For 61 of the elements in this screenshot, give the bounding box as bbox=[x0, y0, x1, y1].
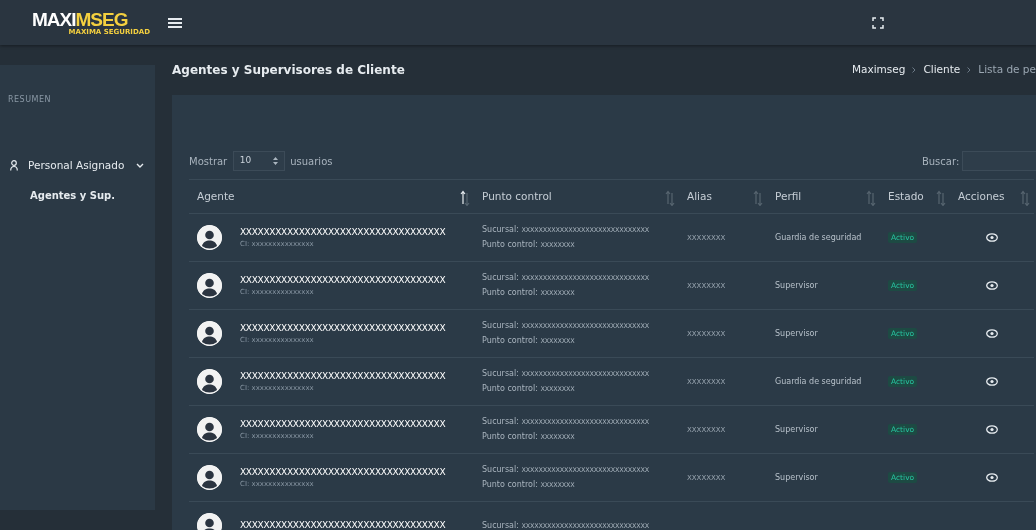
fullscreen-icon[interactable] bbox=[872, 16, 884, 29]
breadcrumb-link[interactable]: Maximseg bbox=[851, 62, 906, 78]
branch-label: Sucursal: bbox=[482, 520, 519, 530]
avatar-icon bbox=[197, 465, 222, 490]
spinner-arrows-icon bbox=[272, 157, 278, 165]
profile-cell: Guardia de seguridad bbox=[775, 377, 862, 387]
control-point-label: Punto control: bbox=[482, 384, 538, 393]
avatar-icon bbox=[197, 417, 222, 442]
control-point-label: Punto control: bbox=[482, 480, 538, 489]
eye-icon[interactable] bbox=[986, 377, 998, 386]
eye-icon[interactable] bbox=[986, 281, 998, 290]
sidebar-subitem[interactable]: Agentes y Sup. bbox=[0, 173, 155, 203]
column-header[interactable]: Perfil bbox=[767, 179, 880, 214]
control-point-label: Punto control: bbox=[482, 336, 538, 345]
breadcrumb-link[interactable]: Lista de pe bbox=[978, 62, 1036, 78]
column-header[interactable]: Acciones bbox=[950, 179, 1034, 214]
show-label: Mostrar bbox=[189, 154, 228, 169]
profile-cell: Supervisor bbox=[775, 329, 818, 339]
profile-cell: Guardia de seguridad bbox=[775, 233, 862, 243]
control-point-label: Punto control: bbox=[482, 240, 538, 249]
chevron-icon bbox=[912, 67, 917, 73]
avatar-icon bbox=[197, 321, 222, 346]
agent-name: XXXXXXXXXXXXXXXXXXXXXXXXXXXXXXXXXXX bbox=[240, 369, 446, 383]
agent-name: XXXXXXXXXXXXXXXXXXXXXXXXXXXXXXXXXXX bbox=[240, 273, 446, 287]
profile-cell: Supervisor bbox=[775, 281, 818, 291]
search-label: Buscar: bbox=[921, 154, 960, 169]
branch-label: Sucursal: bbox=[482, 321, 519, 330]
profile-cell: Supervisor bbox=[775, 473, 818, 483]
branch-label: Sucursal: bbox=[482, 369, 519, 378]
eye-icon[interactable] bbox=[986, 425, 998, 434]
avatar-icon bbox=[197, 369, 222, 394]
breadcrumb-link[interactable]: Cliente bbox=[923, 62, 961, 78]
chevron-icon bbox=[967, 67, 972, 73]
agent-name: XXXXXXXXXXXXXXXXXXXXXXXXXXXXXXXXXXX bbox=[240, 321, 446, 335]
column-header[interactable]: Estado bbox=[880, 179, 950, 214]
column-header[interactable]: Punto control bbox=[474, 179, 679, 214]
eye-icon[interactable] bbox=[986, 473, 998, 482]
avatar-icon bbox=[197, 273, 222, 298]
column-header[interactable]: Agente bbox=[189, 179, 474, 214]
column-header[interactable]: Alias bbox=[679, 179, 767, 214]
branch-label: Sucursal: bbox=[482, 417, 519, 426]
show-suffix: usuarios bbox=[290, 154, 333, 169]
branch-label: Sucursal: bbox=[482, 465, 519, 474]
agent-name: XXXXXXXXXXXXXXXXXXXXXXXXXXXXXXXXXXX bbox=[240, 225, 446, 239]
page-size-select[interactable]: 10 bbox=[232, 151, 285, 171]
page-title: Agentes y Supervisores de Cliente bbox=[172, 62, 405, 78]
profile-cell: Supervisor bbox=[775, 425, 818, 435]
sidebar-item[interactable]: Personal Asignado bbox=[0, 106, 155, 174]
control-point-label: Punto control: bbox=[482, 288, 538, 297]
person-icon bbox=[10, 160, 20, 172]
branch-label: Sucursal: bbox=[482, 273, 519, 282]
agent-name: XXXXXXXXXXXXXXXXXXXXXXXXXXXXXXXXXXX bbox=[240, 518, 446, 530]
avatar-icon bbox=[197, 225, 222, 250]
eye-icon[interactable] bbox=[986, 329, 998, 338]
agent-name: XXXXXXXXXXXXXXXXXXXXXXXXXXXXXXXXXXX bbox=[240, 465, 446, 479]
section-label: RESUMEN bbox=[7, 94, 52, 106]
eye-icon[interactable] bbox=[986, 233, 998, 242]
branch-label: Sucursal: bbox=[482, 225, 519, 234]
agent-name: XXXXXXXXXXXXXXXXXXXXXXXXXXXXXXXXXXX bbox=[240, 417, 446, 431]
control-point-label: Punto control: bbox=[482, 432, 538, 441]
menu-icon[interactable] bbox=[168, 16, 182, 29]
